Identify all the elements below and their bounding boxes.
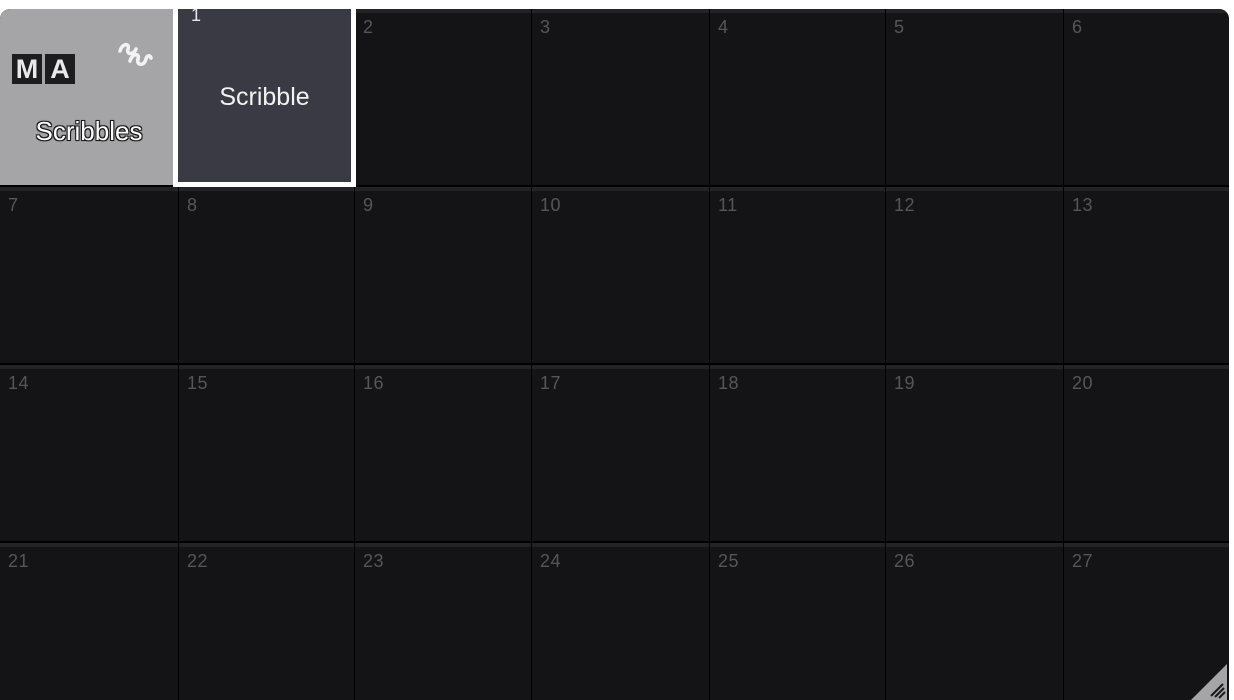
scribble-cell-26[interactable]: 26 <box>886 543 1063 700</box>
scribble-cell-1[interactable]: 1 Scribble <box>173 9 356 187</box>
ma-logo: M A <box>12 54 75 84</box>
scribble-cell-25[interactable]: 25 <box>710 543 885 700</box>
ma-logo-letter-m: M <box>12 54 42 84</box>
cell-number: 10 <box>540 195 562 215</box>
scribble-cell-6[interactable]: 6 <box>1064 9 1229 185</box>
cell-number: 20 <box>1072 373 1094 393</box>
scribble-cell-19[interactable]: 19 <box>886 365 1063 541</box>
scribble-cell-16[interactable]: 16 <box>355 365 531 541</box>
ma-logo-letter-a: A <box>45 54 75 84</box>
cell-number: 8 <box>187 195 198 215</box>
scribble-cell-5[interactable]: 5 <box>886 9 1063 185</box>
scribble-cell-3[interactable]: 3 <box>532 9 709 185</box>
scribble-cell-13[interactable]: 13 <box>1064 187 1229 363</box>
scribble-cell-10[interactable]: 10 <box>532 187 709 363</box>
cell-number: 19 <box>894 373 916 393</box>
scribble-cell-8[interactable]: 8 <box>179 187 354 363</box>
scribble-cell-20[interactable]: 20 <box>1064 365 1229 541</box>
cell-label: Scribble <box>219 83 310 111</box>
cell-number: 13 <box>1072 195 1094 215</box>
cell-number: 3 <box>540 17 551 37</box>
scribble-cell-14[interactable]: 14 <box>0 365 178 541</box>
cell-number: 24 <box>540 551 562 571</box>
scribble-cell-12[interactable]: 12 <box>886 187 1063 363</box>
scribble-pool-window: M A Scribbles 1 Scribble 2 3 4 5 6 7 8 9… <box>0 9 1229 700</box>
cell-number: 17 <box>540 373 562 393</box>
cell-number: 15 <box>187 373 209 393</box>
pool-title-panel[interactable]: M A Scribbles <box>0 9 178 185</box>
scribble-cell-22[interactable]: 22 <box>179 543 354 700</box>
cell-number: 7 <box>8 195 19 215</box>
resize-grip-icon[interactable] <box>1191 664 1227 700</box>
scribble-cell-15[interactable]: 15 <box>179 365 354 541</box>
scribble-cell-23[interactable]: 23 <box>355 543 531 700</box>
scribble-cell-4[interactable]: 4 <box>710 9 885 185</box>
scribble-cell-2[interactable]: 2 <box>355 9 531 185</box>
cell-number: 6 <box>1072 17 1083 37</box>
cell-number: 21 <box>8 551 30 571</box>
cell-number: 18 <box>718 373 740 393</box>
scribble-cell-24[interactable]: 24 <box>532 543 709 700</box>
cell-number: 12 <box>894 195 916 215</box>
scribble-cell-18[interactable]: 18 <box>710 365 885 541</box>
cell-number: 11 <box>718 195 738 215</box>
scribble-cell-21[interactable]: 21 <box>0 543 178 700</box>
cell-number: 9 <box>363 195 374 215</box>
pool-title-label: Scribbles <box>35 115 143 146</box>
scribble-cell-11[interactable]: 11 <box>710 187 885 363</box>
cell-number: 2 <box>363 17 374 37</box>
scribble-pool-grid: M A Scribbles 1 Scribble 2 3 4 5 6 7 8 9… <box>0 9 1229 700</box>
cell-number: 26 <box>894 551 916 571</box>
cell-number: 22 <box>187 551 209 571</box>
cell-number: 4 <box>718 17 729 37</box>
scribble-cell-9[interactable]: 9 <box>355 187 531 363</box>
cell-number: 27 <box>1072 551 1094 571</box>
scribble-icon <box>118 42 153 67</box>
cell-number: 25 <box>718 551 740 571</box>
cell-number: 16 <box>363 373 385 393</box>
cell-number: 14 <box>8 373 30 393</box>
scribble-cell-7[interactable]: 7 <box>0 187 178 363</box>
cell-number: 1 <box>191 9 202 25</box>
cell-number: 5 <box>894 17 905 37</box>
cell-number: 23 <box>363 551 385 571</box>
scribble-cell-17[interactable]: 17 <box>532 365 709 541</box>
